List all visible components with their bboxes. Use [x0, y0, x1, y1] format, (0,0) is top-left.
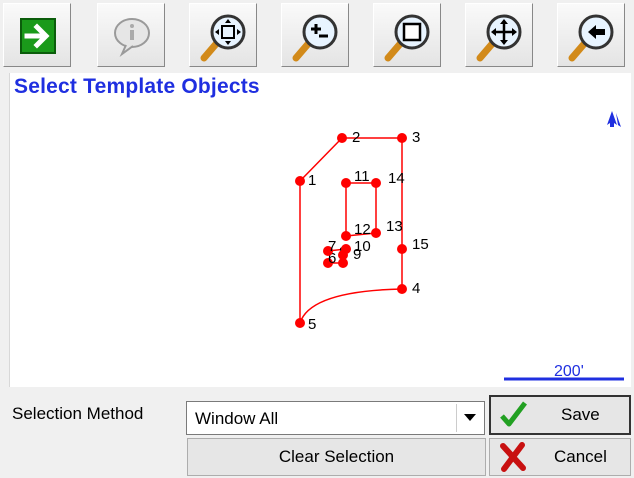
page-title: Select Template Objects [14, 75, 260, 98]
point-label: 12 [354, 221, 371, 238]
zoom-extents-button[interactable] [189, 3, 257, 67]
cancel-button[interactable]: Cancel [489, 438, 631, 476]
zoom-window-button[interactable] [373, 3, 441, 67]
close-icon [500, 442, 526, 472]
selection-method-value: Window All [195, 409, 279, 428]
clear-selection-label: Clear Selection [278, 447, 395, 466]
template-point[interactable] [371, 228, 381, 238]
zoom-previous-icon [568, 14, 614, 62]
template-point[interactable] [397, 133, 407, 143]
chevron-down-icon [464, 414, 476, 421]
clear-selection-button[interactable]: Clear Selection [187, 438, 486, 476]
map-canvas[interactable]: 123456789101112131415 200' Select Templa… [9, 73, 631, 387]
exit-arrow-icon [20, 18, 56, 54]
point-label: 1 [308, 172, 316, 189]
template-drawing[interactable]: 123456789101112131415 200' [10, 73, 631, 387]
point-label: 2 [352, 129, 360, 146]
selection-method-dropdown[interactable]: Window All [186, 401, 485, 435]
template-point[interactable] [341, 244, 351, 254]
zoom-in-out-button[interactable] [281, 3, 349, 67]
info-button[interactable] [97, 3, 165, 67]
point-label: 7 [328, 238, 336, 255]
template-point[interactable] [337, 133, 347, 143]
scale-label: 200' [554, 363, 584, 380]
pan-button[interactable] [465, 3, 533, 67]
point-label: 3 [412, 129, 420, 146]
point-label: 5 [308, 316, 316, 333]
zoom-in-out-icon [292, 14, 338, 62]
point-label: 15 [412, 236, 429, 253]
template-point[interactable] [341, 178, 351, 188]
point-label: 4 [412, 280, 420, 297]
template-point[interactable] [397, 284, 407, 294]
bottom-panel: Selection Method Window All Save Cancel … [0, 392, 634, 478]
zoom-window-icon [384, 14, 430, 62]
template-line [299, 137, 343, 182]
template-point[interactable] [397, 244, 407, 254]
point-label: 14 [388, 170, 405, 187]
template-point[interactable] [371, 178, 381, 188]
save-button[interactable]: Save [489, 395, 631, 435]
toolbar [0, 0, 634, 73]
point-label: 10 [354, 238, 371, 255]
cancel-label: Cancel [554, 447, 607, 466]
zoom-extents-icon [200, 14, 246, 62]
north-arrow-icon [607, 111, 621, 127]
info-bubble-icon [114, 18, 150, 58]
zoom-previous-button[interactable] [557, 3, 625, 67]
template-point[interactable] [295, 176, 305, 186]
pan-icon [476, 14, 522, 62]
template-points: 123456789101112131415 [295, 129, 429, 333]
point-label: 11 [354, 168, 370, 185]
save-label: Save [561, 405, 600, 424]
template-point[interactable] [341, 231, 351, 241]
exit-button[interactable] [3, 3, 71, 67]
dropdown-arrow-button[interactable] [456, 404, 482, 432]
template-point[interactable] [295, 318, 305, 328]
checkmark-icon [500, 401, 527, 427]
point-label: 13 [386, 218, 403, 235]
selection-method-label: Selection Method [12, 404, 144, 423]
